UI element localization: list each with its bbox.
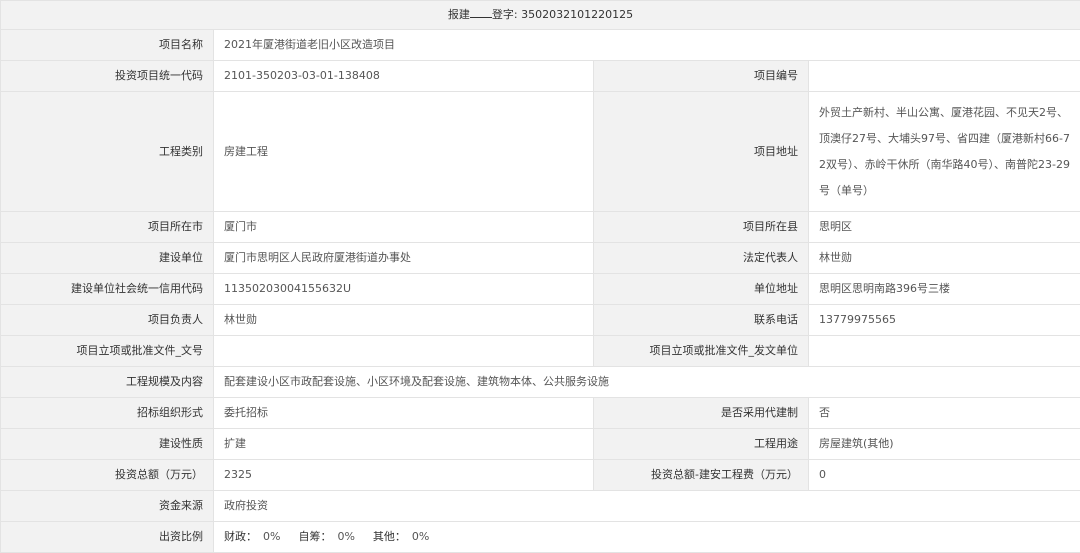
other-value: 0% [412,529,429,545]
table-row: 建设单位社会统一信用代码 11350203004155632U 单位地址 思明区… [1,274,1080,305]
county-label: 项目所在县 [594,212,809,243]
project-address-label: 项目地址 [594,92,809,212]
usage-value: 房屋建筑(其他) [809,429,1080,460]
nature-label: 建设性质 [1,429,214,460]
table-row: 项目立项或批准文件_文号 项目立项或批准文件_发文单位 [1,336,1080,367]
header-row: 报建 登字: 3502032101220125 [1,1,1080,30]
manager-label: 项目负责人 [1,305,214,336]
bidding-value: 委托招标 [214,398,594,429]
table-row: 投资项目统一代码 2101-350203-03-01-138408 项目编号 [1,61,1080,92]
registration-header: 报建 登字: 3502032101220125 [1,1,1080,30]
agent-system-label: 是否采用代建制 [594,398,809,429]
city-value: 厦门市 [214,212,594,243]
fund-source-label: 资金来源 [1,491,214,522]
legal-rep-label: 法定代表人 [594,243,809,274]
unit-address-label: 单位地址 [594,274,809,305]
approval-doc-label: 项目立项或批准文件_文号 [1,336,214,367]
table-row: 项目所在市 厦门市 项目所在县 思明区 [1,212,1080,243]
credit-code-label: 建设单位社会统一信用代码 [1,274,214,305]
phone-value: 13779975565 [809,305,1080,336]
header-prefix: 报建 [448,8,470,21]
invest-code-label: 投资项目统一代码 [1,61,214,92]
bidding-label: 招标组织形式 [1,398,214,429]
nature-value: 扩建 [214,429,594,460]
table-row: 项目名称 2021年厦港街道老旧小区改造项目 [1,30,1080,61]
credit-code-value: 11350203004155632U [214,274,594,305]
registration-number: 登字: 3502032101220125 [492,8,633,21]
approval-unit-value [809,336,1080,367]
project-info-table: 报建 登字: 3502032101220125 项目名称 2021年厦港街道老旧小… [0,0,1080,553]
scale-value: 配套建设小区市政配套设施、小区环境及配套设施、建筑物本体、公共服务设施 [214,367,1080,398]
agent-system-value: 否 [809,398,1080,429]
project-type-value: 房建工程 [214,92,594,212]
other-label: 其他： [373,529,406,545]
approval-doc-value [214,336,594,367]
builder-value: 厦门市思明区人民政府厦港街道办事处 [214,243,594,274]
phone-label: 联系电话 [594,305,809,336]
project-no-label: 项目编号 [594,61,809,92]
project-type-label: 工程类别 [1,92,214,212]
approval-unit-label: 项目立项或批准文件_发文单位 [594,336,809,367]
project-no-value [809,61,1080,92]
table-row: 招标组织形式 委托招标 是否采用代建制 否 [1,398,1080,429]
project-name-value: 2021年厦港街道老旧小区改造项目 [214,30,1080,61]
finance-label: 财政： [224,529,257,545]
builder-label: 建设单位 [1,243,214,274]
self-raised-label: 自筹： [298,529,331,545]
install-cost-value: 0 [809,460,1080,491]
finance-value: 0% [263,529,280,545]
self-raised-value: 0% [337,529,354,545]
unit-address-value: 思明区思明南路396号三楼 [809,274,1080,305]
legal-rep-value: 林世勋 [809,243,1080,274]
table-row: 工程类别 房建工程 项目地址 外贸土产新村、半山公寓、厦港花园、不见天2号、顶澳… [1,92,1080,212]
usage-label: 工程用途 [594,429,809,460]
scale-label: 工程规模及内容 [1,367,214,398]
table-row: 建设性质 扩建 工程用途 房屋建筑(其他) [1,429,1080,460]
table-row: 工程规模及内容 配套建设小区市政配套设施、小区环境及配套设施、建筑物本体、公共服… [1,367,1080,398]
total-invest-value: 2325 [214,460,594,491]
city-label: 项目所在市 [1,212,214,243]
fund-source-value: 政府投资 [214,491,1080,522]
header-blank [470,7,492,18]
table-row: 项目负责人 林世勋 联系电话 13779975565 [1,305,1080,336]
project-address-value: 外贸土产新村、半山公寓、厦港花园、不见天2号、顶澳仔27号、大埔头97号、省四建… [809,92,1080,212]
table-row: 资金来源 政府投资 [1,491,1080,522]
invest-code-value: 2101-350203-03-01-138408 [214,61,594,92]
table-row: 建设单位 厦门市思明区人民政府厦港街道办事处 法定代表人 林世勋 [1,243,1080,274]
table-row: 投资总额（万元） 2325 投资总额-建安工程费（万元） 0 [1,460,1080,491]
project-name-label: 项目名称 [1,30,214,61]
manager-value: 林世勋 [214,305,594,336]
install-cost-label: 投资总额-建安工程费（万元） [594,460,809,491]
county-value: 思明区 [809,212,1080,243]
total-invest-label: 投资总额（万元） [1,460,214,491]
